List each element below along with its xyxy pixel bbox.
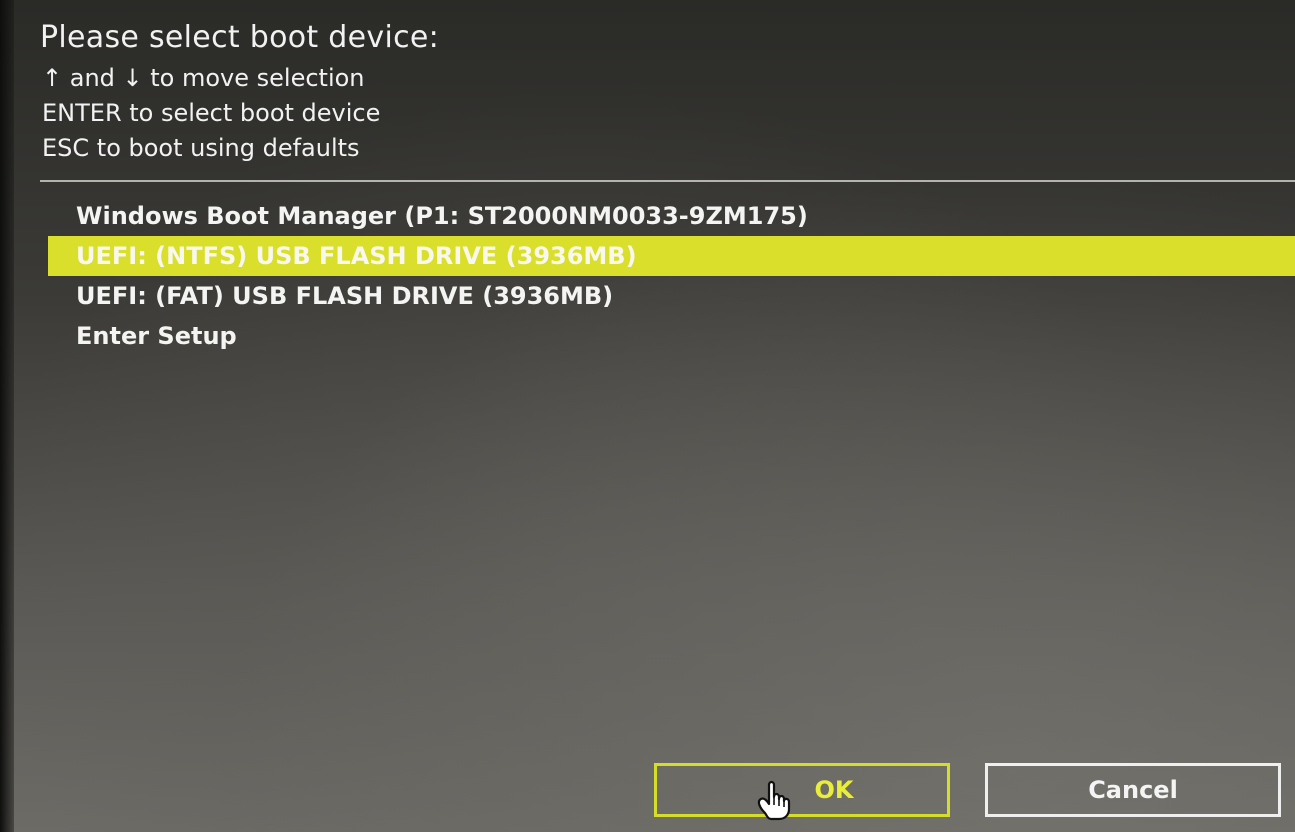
boot-menu-screen: Please select boot device: ↑ and ↓ to mo…: [0, 0, 1295, 832]
hint-esc-defaults: ESC to boot using defaults: [42, 134, 360, 162]
boot-item-uefi-fat-usb[interactable]: UEFI: (FAT) USB FLASH DRIVE (3936MB): [48, 276, 1295, 316]
hint-move-selection: ↑ and ↓ to move selection: [42, 64, 365, 92]
cancel-button-label: Cancel: [1088, 776, 1178, 804]
page-title: Please select boot device:: [40, 20, 440, 55]
boot-item-uefi-ntfs-usb[interactable]: UEFI: (NTFS) USB FLASH DRIVE (3936MB): [48, 236, 1295, 276]
hand-pointer-icon: [757, 780, 790, 821]
boot-device-list: Windows Boot Manager (P1: ST2000NM0033-9…: [48, 196, 1295, 356]
ok-button[interactable]: OK: [654, 763, 950, 821]
ok-button-label: OK: [814, 776, 854, 804]
divider: [40, 180, 1295, 182]
boot-item-windows-boot-manager[interactable]: Windows Boot Manager (P1: ST2000NM0033-9…: [48, 196, 1295, 236]
cancel-button[interactable]: Cancel: [985, 763, 1281, 817]
monitor-bezel-edge: [0, 0, 14, 832]
boot-item-enter-setup[interactable]: Enter Setup: [48, 316, 1295, 356]
hint-enter-select: ENTER to select boot device: [42, 99, 381, 127]
